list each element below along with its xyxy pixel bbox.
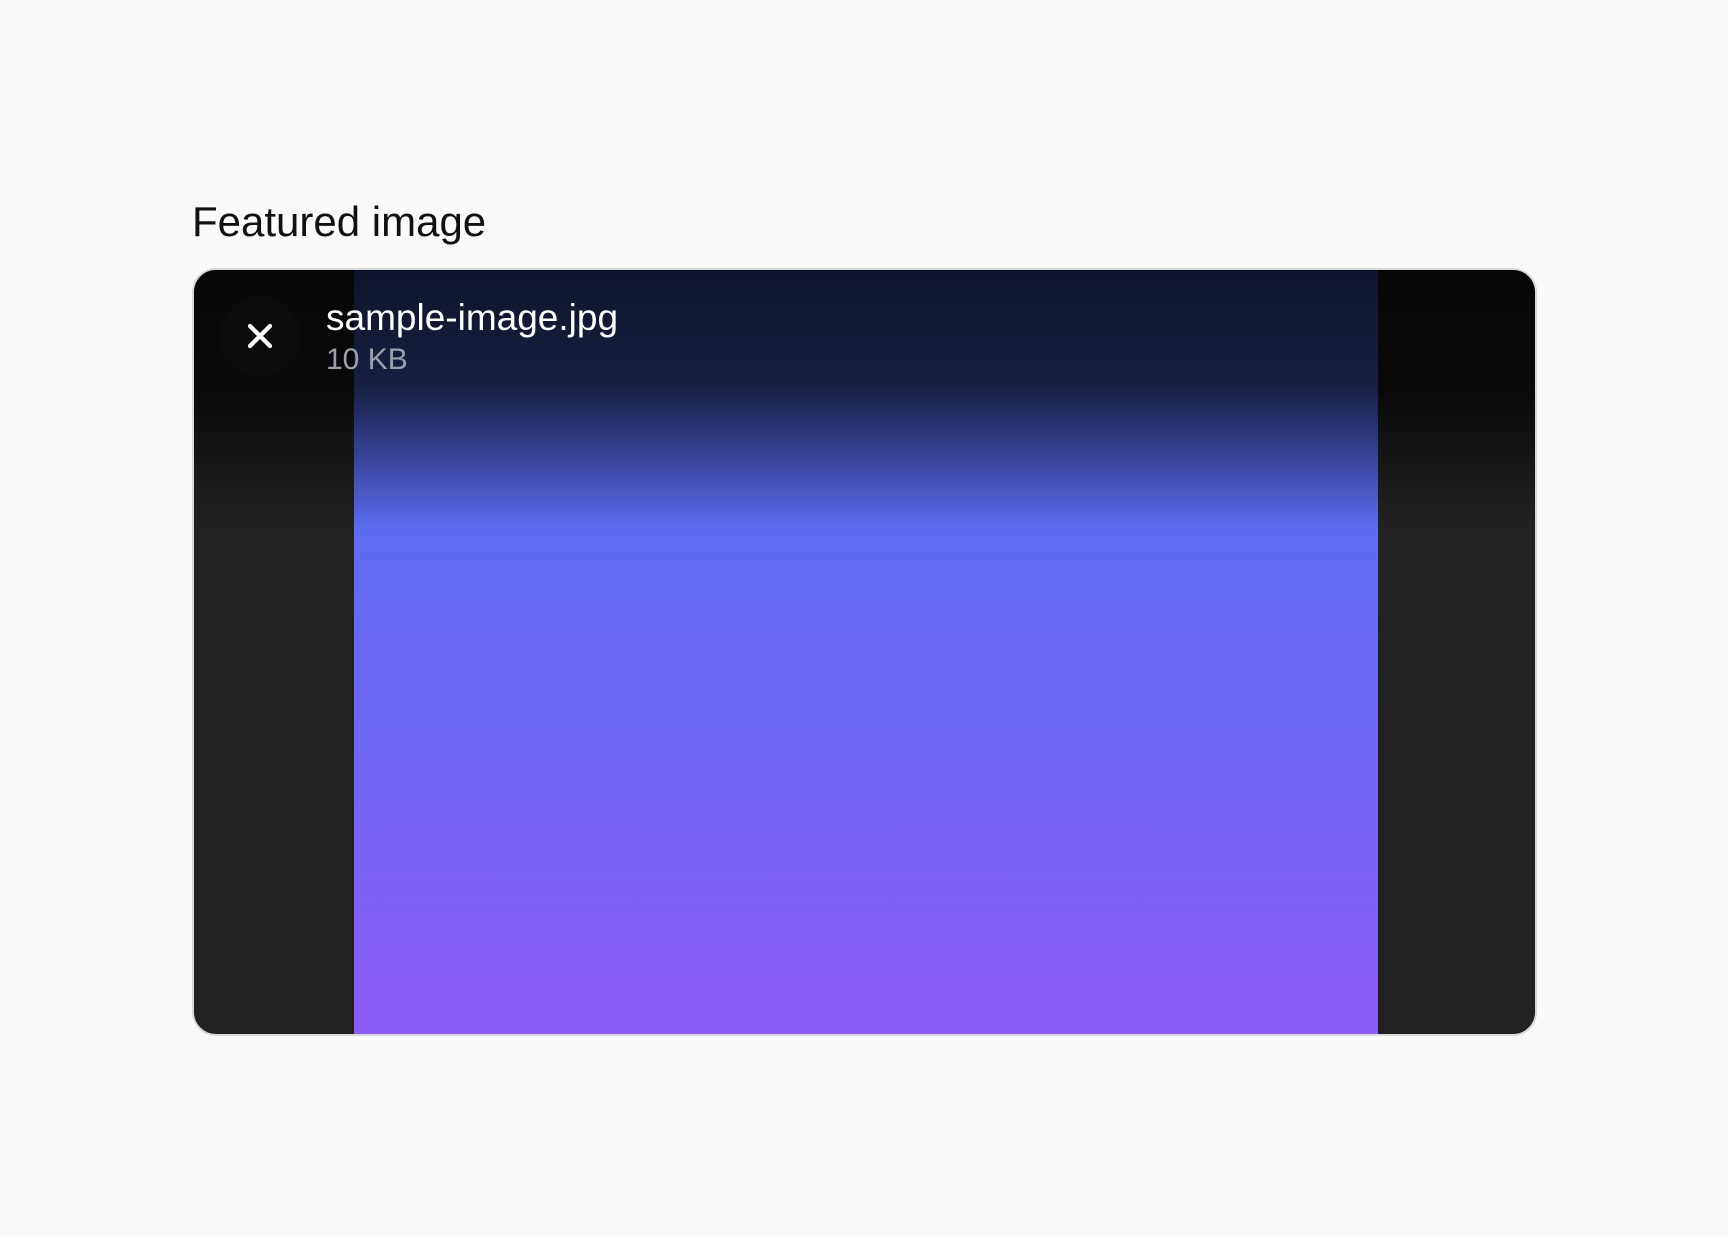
file-name: sample-image.jpg (326, 297, 619, 338)
close-icon (245, 321, 275, 351)
featured-image-field: Featured image sample-image.jpg 10 KB (192, 196, 1537, 1036)
image-preview (354, 270, 1378, 1034)
file-info: sample-image.jpg 10 KB (326, 296, 618, 380)
file-size: 10 KB (326, 343, 408, 376)
image-upload-dropzone[interactable]: sample-image.jpg 10 KB (192, 268, 1537, 1036)
field-label: Featured image (192, 198, 487, 245)
remove-file-button[interactable] (220, 296, 300, 376)
